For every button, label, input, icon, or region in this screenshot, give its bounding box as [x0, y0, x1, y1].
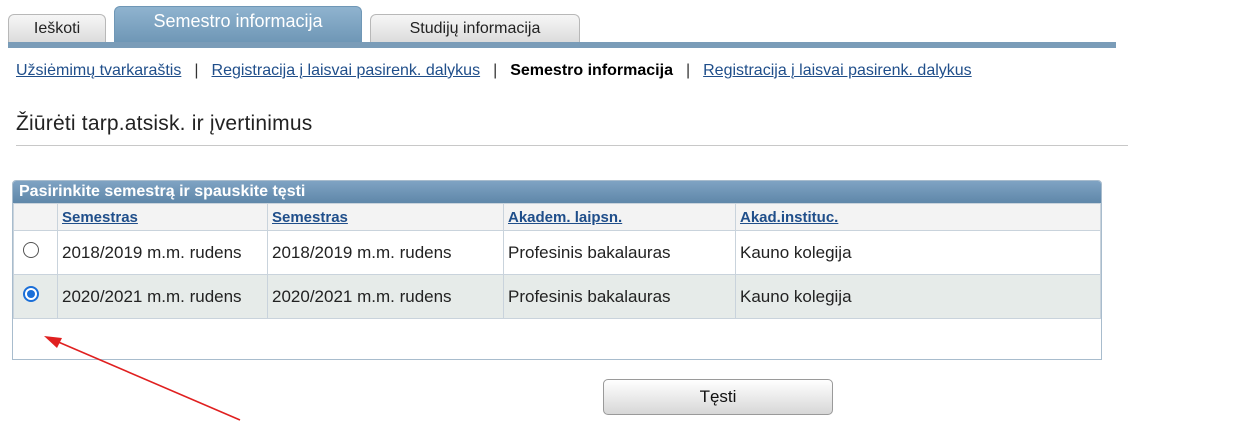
cell-akadem-laipsn: Profesinis bakalauras	[503, 274, 736, 319]
sort-link-semestras[interactable]: Semestras	[272, 209, 348, 226]
table-row[interactable]: 2018/2019 m.m. rudens 2018/2019 m.m. rud…	[13, 230, 1101, 275]
header-akadem-laipsn: Akadem. laipsn.	[503, 203, 736, 231]
sub-navigation: Užsiėmimų tvarkaraštis | Registracija į la…	[16, 62, 972, 80]
header-select	[13, 203, 58, 231]
table-row[interactable]: 2020/2021 m.m. rudens 2020/2021 m.m. rud…	[13, 274, 1101, 319]
semester-table: Semestras Semestras Akadem. laipsn. Akad…	[13, 203, 1101, 319]
semester-grid: Pasirinkite semestrą ir spauskite tęsti …	[12, 180, 1102, 360]
tab-studiju-informacija[interactable]: Studijų informacija	[370, 14, 580, 42]
sort-link-semestras[interactable]: Semestras	[62, 209, 138, 226]
cell-semestras: 2020/2021 m.m. rudens	[57, 274, 268, 319]
separator: |	[685, 62, 691, 79]
cell-semestras: 2018/2019 m.m. rudens	[57, 230, 268, 275]
title-divider	[16, 145, 1128, 146]
current-page-label: Semestro informacija	[510, 62, 673, 79]
cell-akad-instituc: Kauno kolegija	[735, 230, 1101, 275]
separator: |	[194, 62, 199, 79]
tab-underline	[8, 42, 1116, 48]
tab-semestro-informacija[interactable]: Semestro informacija	[114, 6, 362, 42]
link-registracija-2[interactable]: Registracija į laisvai pasirenk. dalykus	[703, 62, 972, 79]
select-cell	[13, 274, 58, 319]
tab-label: Ieškoti	[33, 19, 81, 37]
semester-radio-selected[interactable]	[23, 286, 39, 302]
separator: |	[493, 62, 498, 79]
cell-akadem-laipsn: Profesinis bakalauras	[503, 230, 736, 275]
cell-akad-instituc: Kauno kolegija	[735, 274, 1101, 319]
table-header-row: Semestras Semestras Akadem. laipsn. Akad…	[13, 203, 1101, 231]
cell-semestras: 2018/2019 m.m. rudens	[267, 230, 504, 275]
tab-ieskoti[interactable]: Ieškoti	[8, 14, 106, 42]
sort-link-akad-instituc[interactable]: Akad.instituc.	[740, 209, 838, 226]
header-semestras-1: Semestras	[57, 203, 268, 231]
link-registracija-1[interactable]: Registracija į laisvai pasirenk. dalykus	[212, 62, 481, 79]
page-title: Žiūrėti tarp.atsisk. ir įvertinimus	[16, 112, 313, 135]
sort-link-akadem-laipsn[interactable]: Akadem. laipsn.	[508, 209, 622, 226]
tab-label: Semestro informacija	[153, 11, 323, 31]
continue-button[interactable]: Tęsti	[603, 379, 833, 415]
header-akad-instituc: Akad.instituc.	[735, 203, 1101, 231]
tab-bar: Ieškoti Semestro informacija Studijų inf…	[8, 6, 1116, 48]
link-uzsiemimu-tvarkarastis[interactable]: Užsiėmimų tvarkaraštis	[16, 62, 181, 79]
header-semestras-2: Semestras	[267, 203, 504, 231]
select-cell	[13, 230, 58, 275]
grid-caption: Pasirinkite semestrą ir spauskite tęsti	[13, 181, 1101, 203]
cell-semestras: 2020/2021 m.m. rudens	[267, 274, 504, 319]
semester-radio[interactable]	[23, 242, 39, 258]
tab-label: Studijų informacija	[409, 19, 541, 37]
